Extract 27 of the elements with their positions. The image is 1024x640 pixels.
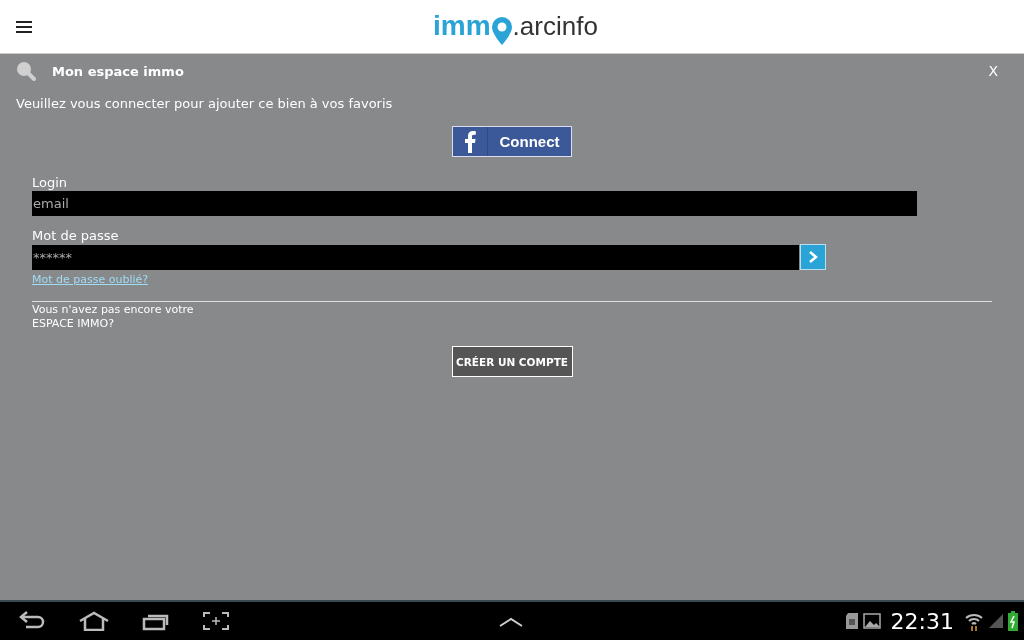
chevron-right-icon: [807, 250, 819, 264]
wifi-icon: [964, 611, 984, 631]
password-field[interactable]: ******: [32, 244, 799, 270]
back-icon[interactable]: [18, 611, 46, 631]
clock-time: 22:31: [890, 608, 954, 634]
chevron-up-icon[interactable]: [498, 616, 524, 628]
home-icon[interactable]: [78, 611, 110, 631]
menu-icon[interactable]: [16, 20, 32, 33]
logo-text: .arcinfo: [512, 10, 598, 42]
sd-card-icon: [844, 612, 859, 630]
signal-icon: [988, 613, 1004, 629]
signup-prompt: Vous n'avez pas encore votre ESPACE IMMO?: [32, 303, 195, 331]
field-label: Login: [32, 175, 69, 191]
login-message: Veuillez vous connecter pour ajouter ce bien à vos favoris: [16, 96, 394, 111]
field-label: Mot de passe: [32, 228, 120, 244]
create-account-button[interactable]: CRÉER UN COMPTE: [451, 346, 573, 377]
search-icon: [16, 61, 36, 81]
facebook-connect-button[interactable]: Connect: [452, 126, 572, 157]
close-button[interactable]: X: [982, 62, 1004, 80]
screenshot-icon[interactable]: [202, 611, 230, 631]
battery-icon: [1008, 611, 1018, 631]
email-field[interactable]: email: [32, 191, 917, 216]
logo-text: imm: [433, 10, 491, 42]
image-icon: [862, 613, 881, 629]
submit-button[interactable]: [800, 244, 826, 270]
panel-title: Mon espace immo: [52, 63, 184, 79]
map-pin-icon: [490, 16, 513, 46]
